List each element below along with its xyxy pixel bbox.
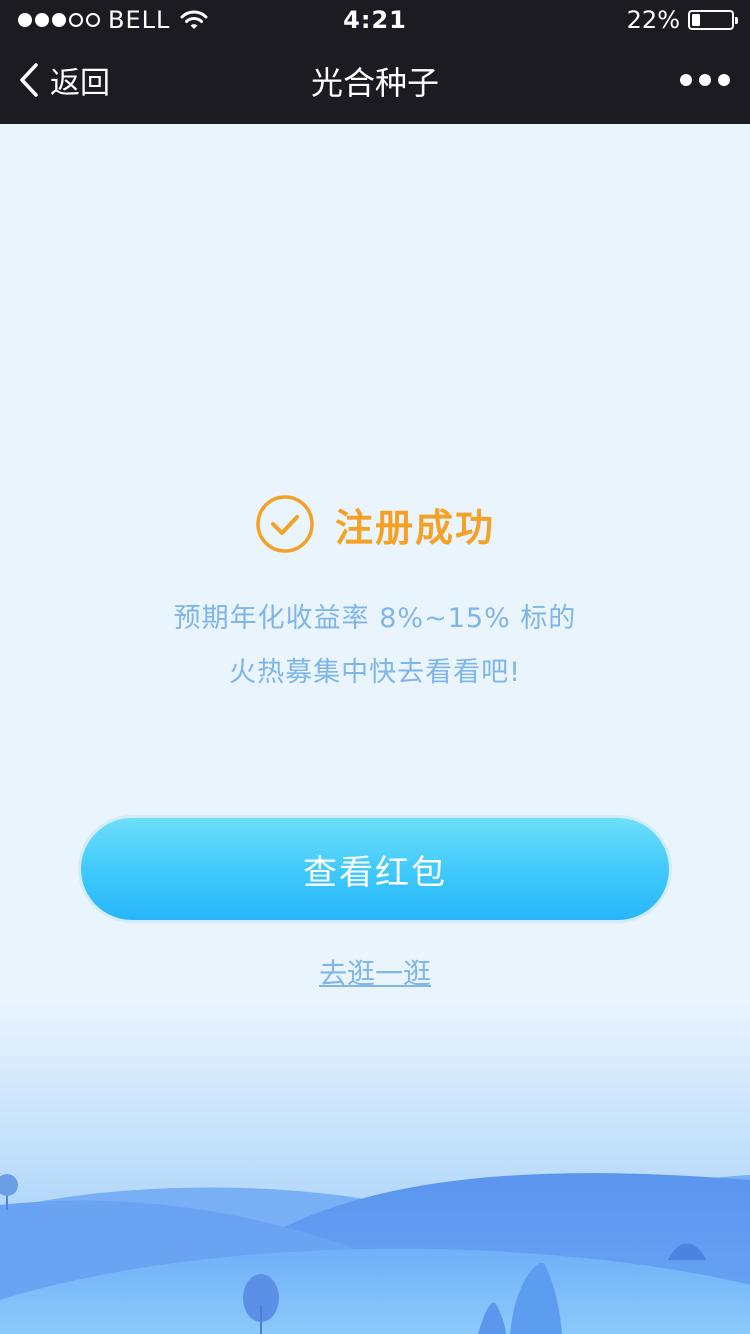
success-title: 注册成功 (334, 505, 495, 550)
battery-fill (692, 14, 701, 26)
landscape-illustration (0, 1000, 750, 1334)
promo-text-line2: 火热募集中快去看看吧! (229, 657, 521, 688)
status-bar: BELL 4:21 22% (0, 0, 750, 40)
page-title: 光合种子 (310, 64, 439, 102)
more-dots-icon[interactable] (680, 74, 730, 86)
more-dot (680, 74, 692, 86)
check-circle-icon (256, 495, 314, 553)
battery-icon (688, 10, 738, 30)
browse-link[interactable]: 去逛一逛 (0, 952, 750, 992)
success-header: 注册成功 (0, 494, 750, 554)
top-bar: BELL 4:21 22% 返回 光合种子 (0, 0, 750, 124)
view-red-envelope-button[interactable]: 查看红包 (78, 815, 672, 923)
more-dot (718, 74, 730, 86)
more-dot (699, 74, 711, 86)
nav-bar: 返回 光合种子 (0, 40, 750, 124)
battery-percent: 22% (626, 6, 680, 34)
status-right: 22% (626, 6, 738, 34)
promo-text-line1: 预期年化收益率 8%~15% 标的 (173, 603, 577, 634)
